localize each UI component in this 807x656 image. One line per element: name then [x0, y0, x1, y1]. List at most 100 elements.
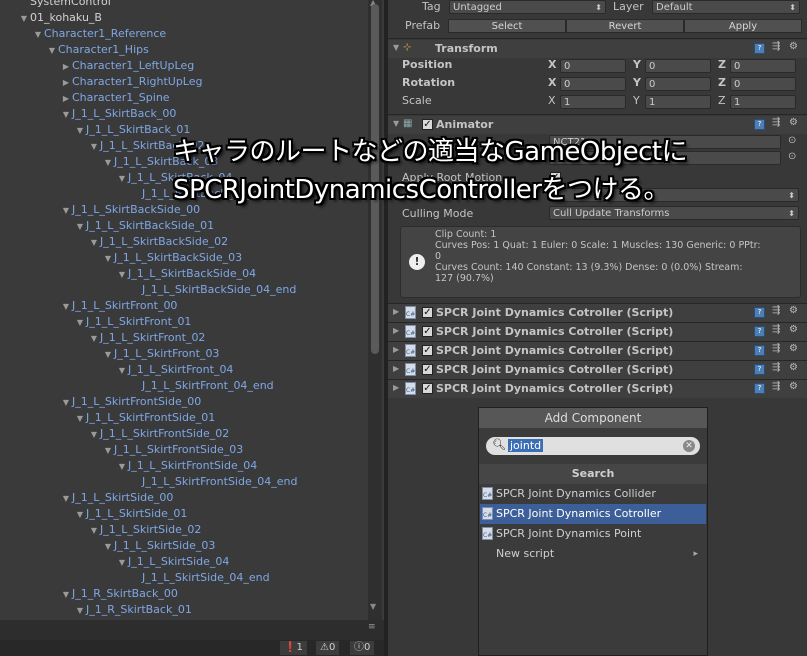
- hierarchy-item[interactable]: J_1_L_SkirtBackSide_04_end: [0, 282, 296, 298]
- hierarchy-item[interactable]: ▼ J_1_L_SkirtSide_04: [0, 554, 229, 570]
- hierarchy-item[interactable]: ▼ J_1_L_SkirtBack_00: [0, 106, 176, 122]
- hierarchy-item[interactable]: ▼ J_1_L_SkirtBackSide_02: [0, 234, 228, 250]
- axis-y-label[interactable]: Y: [633, 58, 641, 71]
- transform-z-field[interactable]: 1: [730, 95, 796, 109]
- collapse-arrow-icon[interactable]: ▼: [102, 155, 114, 171]
- collapse-arrow-icon[interactable]: ▼: [116, 459, 128, 475]
- hierarchy-item[interactable]: ▼ J_1_L_SkirtFront_04: [0, 362, 234, 378]
- hierarchy-item[interactable]: ▼ J_1_L_SkirtBackSide_04: [0, 266, 256, 282]
- help-icon[interactable]: ?: [754, 345, 765, 356]
- transform-header[interactable]: ▼ ⊹ Transform ? ⇶ ⚙: [388, 40, 807, 58]
- gear-icon[interactable]: ⚙: [789, 41, 798, 52]
- hierarchy-item[interactable]: ▼ J_1_L_SkirtFront_03: [0, 346, 220, 362]
- preset-icon[interactable]: ⇶: [772, 362, 780, 373]
- add-component-title[interactable]: Add Component: [479, 408, 707, 428]
- hierarchy-item[interactable]: ▼ J_1_L_SkirtSide_02: [0, 522, 201, 538]
- collapse-arrow-icon[interactable]: ▼: [102, 443, 114, 459]
- collapse-arrow-icon[interactable]: ▼: [60, 395, 72, 411]
- collapse-arrow-icon[interactable]: ▼: [60, 587, 72, 603]
- collapse-arrow-icon[interactable]: ▼: [60, 203, 72, 219]
- axis-x-label[interactable]: X: [548, 76, 556, 89]
- collapse-arrow-icon[interactable]: ▼: [74, 219, 86, 235]
- expand-arrow-icon[interactable]: ▶: [60, 59, 72, 75]
- script-component-header[interactable]: ▶ C# ✓ SPCR Joint Dynamics Cotroller (Scrip…: [388, 380, 807, 398]
- hierarchy-item[interactable]: ▼ J_1_L_SkirtBackSide_03: [0, 250, 242, 266]
- hierarchy-item[interactable]: J_1_L_SkirtFront_04_end: [0, 378, 274, 394]
- help-icon[interactable]: ?: [754, 119, 765, 130]
- script-component-header[interactable]: ▶ C# ✓ SPCR Joint Dynamics Cotroller (Scrip…: [388, 323, 807, 341]
- hierarchy-item[interactable]: ▶ Character1_Spine: [0, 90, 170, 106]
- collapse-arrow-icon[interactable]: ▼: [74, 603, 86, 619]
- search-input[interactable]: jointd: [508, 439, 544, 452]
- transform-x-field[interactable]: 0: [560, 77, 626, 91]
- hierarchy-item[interactable]: ▼ J_1_L_SkirtFront_00: [0, 298, 178, 315]
- hierarchy-item[interactable]: ▼ Character1_Hips: [0, 42, 149, 58]
- axis-z-label[interactable]: Z: [718, 58, 726, 71]
- preset-icon[interactable]: ⇶: [772, 305, 780, 316]
- expand-arrow-icon[interactable]: ▶: [393, 383, 399, 392]
- prefab-select-button[interactable]: Select: [448, 19, 566, 33]
- tag-dropdown[interactable]: Untagged ⬍: [449, 0, 606, 14]
- gear-icon[interactable]: ⚙: [789, 362, 798, 373]
- hierarchy-item[interactable]: ▼ J_1_R_SkirtBack_01: [0, 602, 192, 618]
- transform-y-field[interactable]: 0: [645, 59, 711, 73]
- expand-arrow-icon[interactable]: ▶: [393, 326, 399, 335]
- collapse-arrow-icon[interactable]: ▼: [116, 267, 128, 283]
- animator-header[interactable]: ▼ ▦ ✓ Animator ? ⇶ ⚙: [388, 116, 807, 134]
- script-enabled-checkbox[interactable]: ✓: [422, 383, 433, 394]
- hierarchy-item[interactable]: J_1_L_SkirtFrontSide_04_end: [0, 474, 297, 490]
- transform-y-field[interactable]: 0: [645, 77, 711, 91]
- hierarchy-item[interactable]: ▼ J_1_L_SkirtFront_01: [0, 314, 192, 330]
- expand-arrow-icon[interactable]: ▶: [393, 307, 399, 316]
- axis-x-label[interactable]: X: [548, 94, 556, 107]
- transform-y-field[interactable]: 1: [645, 95, 711, 109]
- help-icon[interactable]: ?: [754, 307, 765, 318]
- hierarchy-item[interactable]: ▼ J_1_L_SkirtFrontSide_02: [0, 426, 229, 442]
- hierarchy-item[interactable]: ▼ J_1_L_SkirtFrontSide_04: [0, 458, 257, 474]
- hierarchy-item[interactable]: ▼ J_1_L_SkirtBackSide_01: [0, 218, 214, 234]
- expand-arrow-icon[interactable]: ▶: [60, 75, 72, 91]
- warning-count[interactable]: ⚠0: [316, 641, 340, 655]
- collapse-arrow-icon[interactable]: ▼: [393, 43, 399, 52]
- script-enabled-checkbox[interactable]: ✓: [422, 326, 433, 337]
- prefab-apply-button[interactable]: Apply: [684, 19, 802, 33]
- collapse-arrow-icon[interactable]: ▼: [88, 235, 100, 251]
- hierarchy-item[interactable]: ▼ J_1_L_SkirtSide_03: [0, 538, 215, 554]
- expand-arrow-icon[interactable]: ▶: [393, 364, 399, 373]
- hierarchy-item[interactable]: ▼ J_1_L_SkirtBack_01: [0, 122, 190, 138]
- gear-icon[interactable]: ⚙: [789, 117, 798, 128]
- hierarchy-item[interactable]: ▼ J_1_L_SkirtBackSide_00: [0, 202, 200, 218]
- collapse-arrow-icon[interactable]: ▼: [60, 491, 72, 507]
- hierarchy-item[interactable]: ▼ J_1_L_SkirtFront_02: [0, 330, 206, 346]
- script-component-header[interactable]: ▶ C# ✓ SPCR Joint Dynamics Cotroller (Scrip…: [388, 342, 807, 360]
- script-enabled-checkbox[interactable]: ✓: [422, 307, 433, 318]
- hierarchy-item[interactable]: ▼ J_1_R_SkirtBack_00: [0, 586, 178, 602]
- preset-icon[interactable]: ⇶: [772, 324, 780, 335]
- hierarchy-scrollbar[interactable]: ▲ ▼: [368, 0, 382, 620]
- hierarchy-item[interactable]: ▼ Character1_Reference: [0, 26, 166, 42]
- collapse-arrow-icon[interactable]: ▼: [88, 523, 100, 539]
- collapse-arrow-icon[interactable]: ▼: [102, 251, 114, 267]
- collapse-arrow-icon[interactable]: ▼: [18, 11, 30, 27]
- collapse-arrow-icon[interactable]: ▼: [60, 299, 72, 315]
- hierarchy-item[interactable]: ▼ J_1_L_SkirtSide_00: [0, 490, 173, 506]
- script-enabled-checkbox[interactable]: ✓: [422, 345, 433, 356]
- component-result-item[interactable]: C# SPCR Joint Dynamics Point: [480, 524, 706, 544]
- hierarchy-item[interactable]: ▼ J_1_L_SkirtFrontSide_00: [0, 394, 201, 410]
- script-component-header[interactable]: ▶ C# ✓ SPCR Joint Dynamics Cotroller (Scrip…: [388, 304, 807, 322]
- component-result-item[interactable]: C# SPCR Joint Dynamics Cotroller: [480, 504, 706, 524]
- component-result-item[interactable]: C# SPCR Joint Dynamics Collider: [480, 484, 706, 504]
- collapse-arrow-icon[interactable]: ▼: [102, 539, 114, 555]
- collapse-arrow-icon[interactable]: ▼: [393, 119, 399, 128]
- component-search-field[interactable]: 🔍︎ jointd ✕: [486, 437, 700, 455]
- hierarchy-item[interactable]: ▼ J_1_L_SkirtFrontSide_03: [0, 442, 243, 458]
- hierarchy-item[interactable]: ▶ Character1_RightUpLeg: [0, 74, 203, 90]
- gear-icon[interactable]: ⚙: [789, 324, 798, 335]
- preset-icon[interactable]: ⇶: [772, 381, 780, 392]
- hierarchy-item[interactable]: ▼ J_1_L_SkirtFrontSide_01: [0, 410, 215, 426]
- preset-icon[interactable]: ⇶: [772, 343, 780, 354]
- hierarchy-item[interactable]: J_1_L_SkirtSide_04_end: [0, 570, 270, 586]
- component-result-item[interactable]: New script ▸: [480, 544, 706, 564]
- animator-enabled-checkbox[interactable]: ✓: [422, 119, 433, 130]
- collapse-arrow-icon[interactable]: ▼: [116, 171, 128, 187]
